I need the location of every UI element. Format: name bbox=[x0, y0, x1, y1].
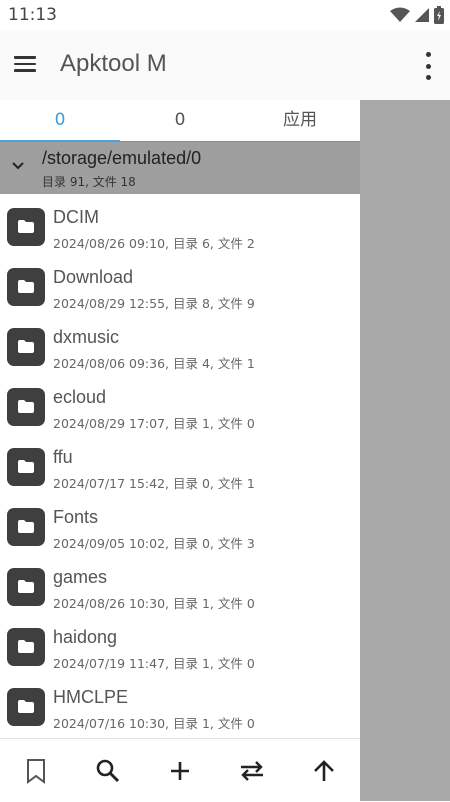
app-bar: Apktool M bbox=[0, 30, 450, 100]
app-title: Apktool M bbox=[60, 50, 167, 77]
arrow-up-icon bbox=[314, 759, 334, 781]
list-item[interactable]: ffu 2024/07/17 15:42, 目录 0, 文件 1 bbox=[0, 436, 360, 496]
folder-icon bbox=[7, 508, 45, 546]
swap-icon bbox=[241, 760, 263, 781]
list-item[interactable]: Fonts 2024/09/05 10:02, 目录 0, 文件 3 bbox=[0, 496, 360, 556]
side-shade[interactable] bbox=[360, 100, 450, 801]
signal-icon bbox=[415, 8, 429, 22]
tab-storage-1[interactable]: 0 bbox=[0, 100, 120, 143]
swap-button[interactable] bbox=[232, 751, 272, 791]
path-summary: 目录 91, 文件 18 bbox=[42, 175, 136, 189]
folder-icon bbox=[7, 628, 45, 666]
folder-icon bbox=[7, 688, 45, 726]
list-item[interactable]: HMCLPE 2024/07/16 10:30, 目录 1, 文件 0 bbox=[0, 676, 360, 736]
path-header[interactable]: /storage/emulated/0 目录 91, 文件 18 bbox=[0, 142, 360, 194]
tab-apps[interactable]: 应用 bbox=[240, 100, 360, 141]
add-icon bbox=[171, 761, 189, 780]
bookmark-button[interactable] bbox=[16, 751, 56, 791]
wifi-icon bbox=[390, 7, 410, 22]
item-name: haidong bbox=[53, 627, 118, 647]
hamburger-icon[interactable] bbox=[14, 50, 46, 82]
battery-icon bbox=[434, 6, 444, 24]
item-meta: 2024/07/19 11:47, 目录 1, 文件 0 bbox=[53, 656, 255, 671]
item-meta: 2024/08/26 09:10, 目录 6, 文件 2 bbox=[53, 236, 255, 251]
item-name: HMCLPE bbox=[53, 687, 129, 707]
list-item[interactable]: DCIM 2024/08/26 09:10, 目录 6, 文件 2 bbox=[0, 196, 360, 256]
item-meta: 2024/07/16 10:30, 目录 1, 文件 0 bbox=[53, 716, 255, 731]
list-item[interactable]: games 2024/08/26 10:30, 目录 1, 文件 0 bbox=[0, 556, 360, 616]
item-meta: 2024/08/29 17:07, 目录 1, 文件 0 bbox=[53, 416, 255, 431]
list-item[interactable]: ecloud 2024/08/29 17:07, 目录 1, 文件 0 bbox=[0, 376, 360, 436]
item-meta: 2024/08/26 10:30, 目录 1, 文件 0 bbox=[53, 596, 255, 611]
bottom-toolbar bbox=[0, 738, 360, 802]
folder-icon bbox=[7, 268, 45, 306]
item-meta: 2024/08/29 12:55, 目录 8, 文件 9 bbox=[53, 296, 255, 311]
folder-icon bbox=[7, 388, 45, 426]
folder-icon bbox=[7, 448, 45, 486]
status-bar: 11:13 bbox=[0, 0, 450, 30]
item-name: Download bbox=[53, 267, 134, 287]
folder-icon bbox=[7, 328, 45, 366]
list-item[interactable]: dxmusic 2024/08/06 09:36, 目录 4, 文件 1 bbox=[0, 316, 360, 376]
file-panel: 0 0 应用 /storage/emulated/0 目录 91, 文件 18 … bbox=[0, 100, 360, 802]
item-meta: 2024/08/06 09:36, 目录 4, 文件 1 bbox=[53, 356, 255, 371]
item-name: ffu bbox=[53, 447, 73, 467]
tab-bar: 0 0 应用 bbox=[0, 100, 360, 143]
folder-icon bbox=[7, 568, 45, 606]
item-name: DCIM bbox=[53, 207, 99, 227]
up-button[interactable] bbox=[304, 751, 344, 791]
status-time: 11:13 bbox=[8, 5, 57, 25]
chevron-down-icon[interactable] bbox=[10, 158, 26, 174]
folder-icon bbox=[7, 208, 45, 246]
item-name: games bbox=[53, 567, 108, 587]
search-button[interactable] bbox=[88, 751, 128, 791]
file-list: DCIM 2024/08/26 09:10, 目录 6, 文件 2 Downlo… bbox=[0, 196, 360, 738]
more-vert-icon[interactable] bbox=[420, 52, 436, 80]
tab-storage-2[interactable]: 0 bbox=[120, 100, 240, 141]
item-name: dxmusic bbox=[53, 327, 120, 347]
search-icon bbox=[96, 759, 120, 782]
list-item[interactable]: Download 2024/08/29 12:55, 目录 8, 文件 9 bbox=[0, 256, 360, 316]
item-name: Fonts bbox=[53, 507, 99, 527]
current-path: /storage/emulated/0 bbox=[42, 148, 202, 168]
bookmark-icon bbox=[27, 758, 45, 784]
add-button[interactable] bbox=[160, 751, 200, 791]
item-name: ecloud bbox=[53, 387, 107, 407]
item-meta: 2024/09/05 10:02, 目录 0, 文件 3 bbox=[53, 536, 255, 551]
status-icons bbox=[390, 6, 444, 24]
item-meta: 2024/07/17 15:42, 目录 0, 文件 1 bbox=[53, 476, 255, 491]
list-item[interactable]: haidong 2024/07/19 11:47, 目录 1, 文件 0 bbox=[0, 616, 360, 676]
